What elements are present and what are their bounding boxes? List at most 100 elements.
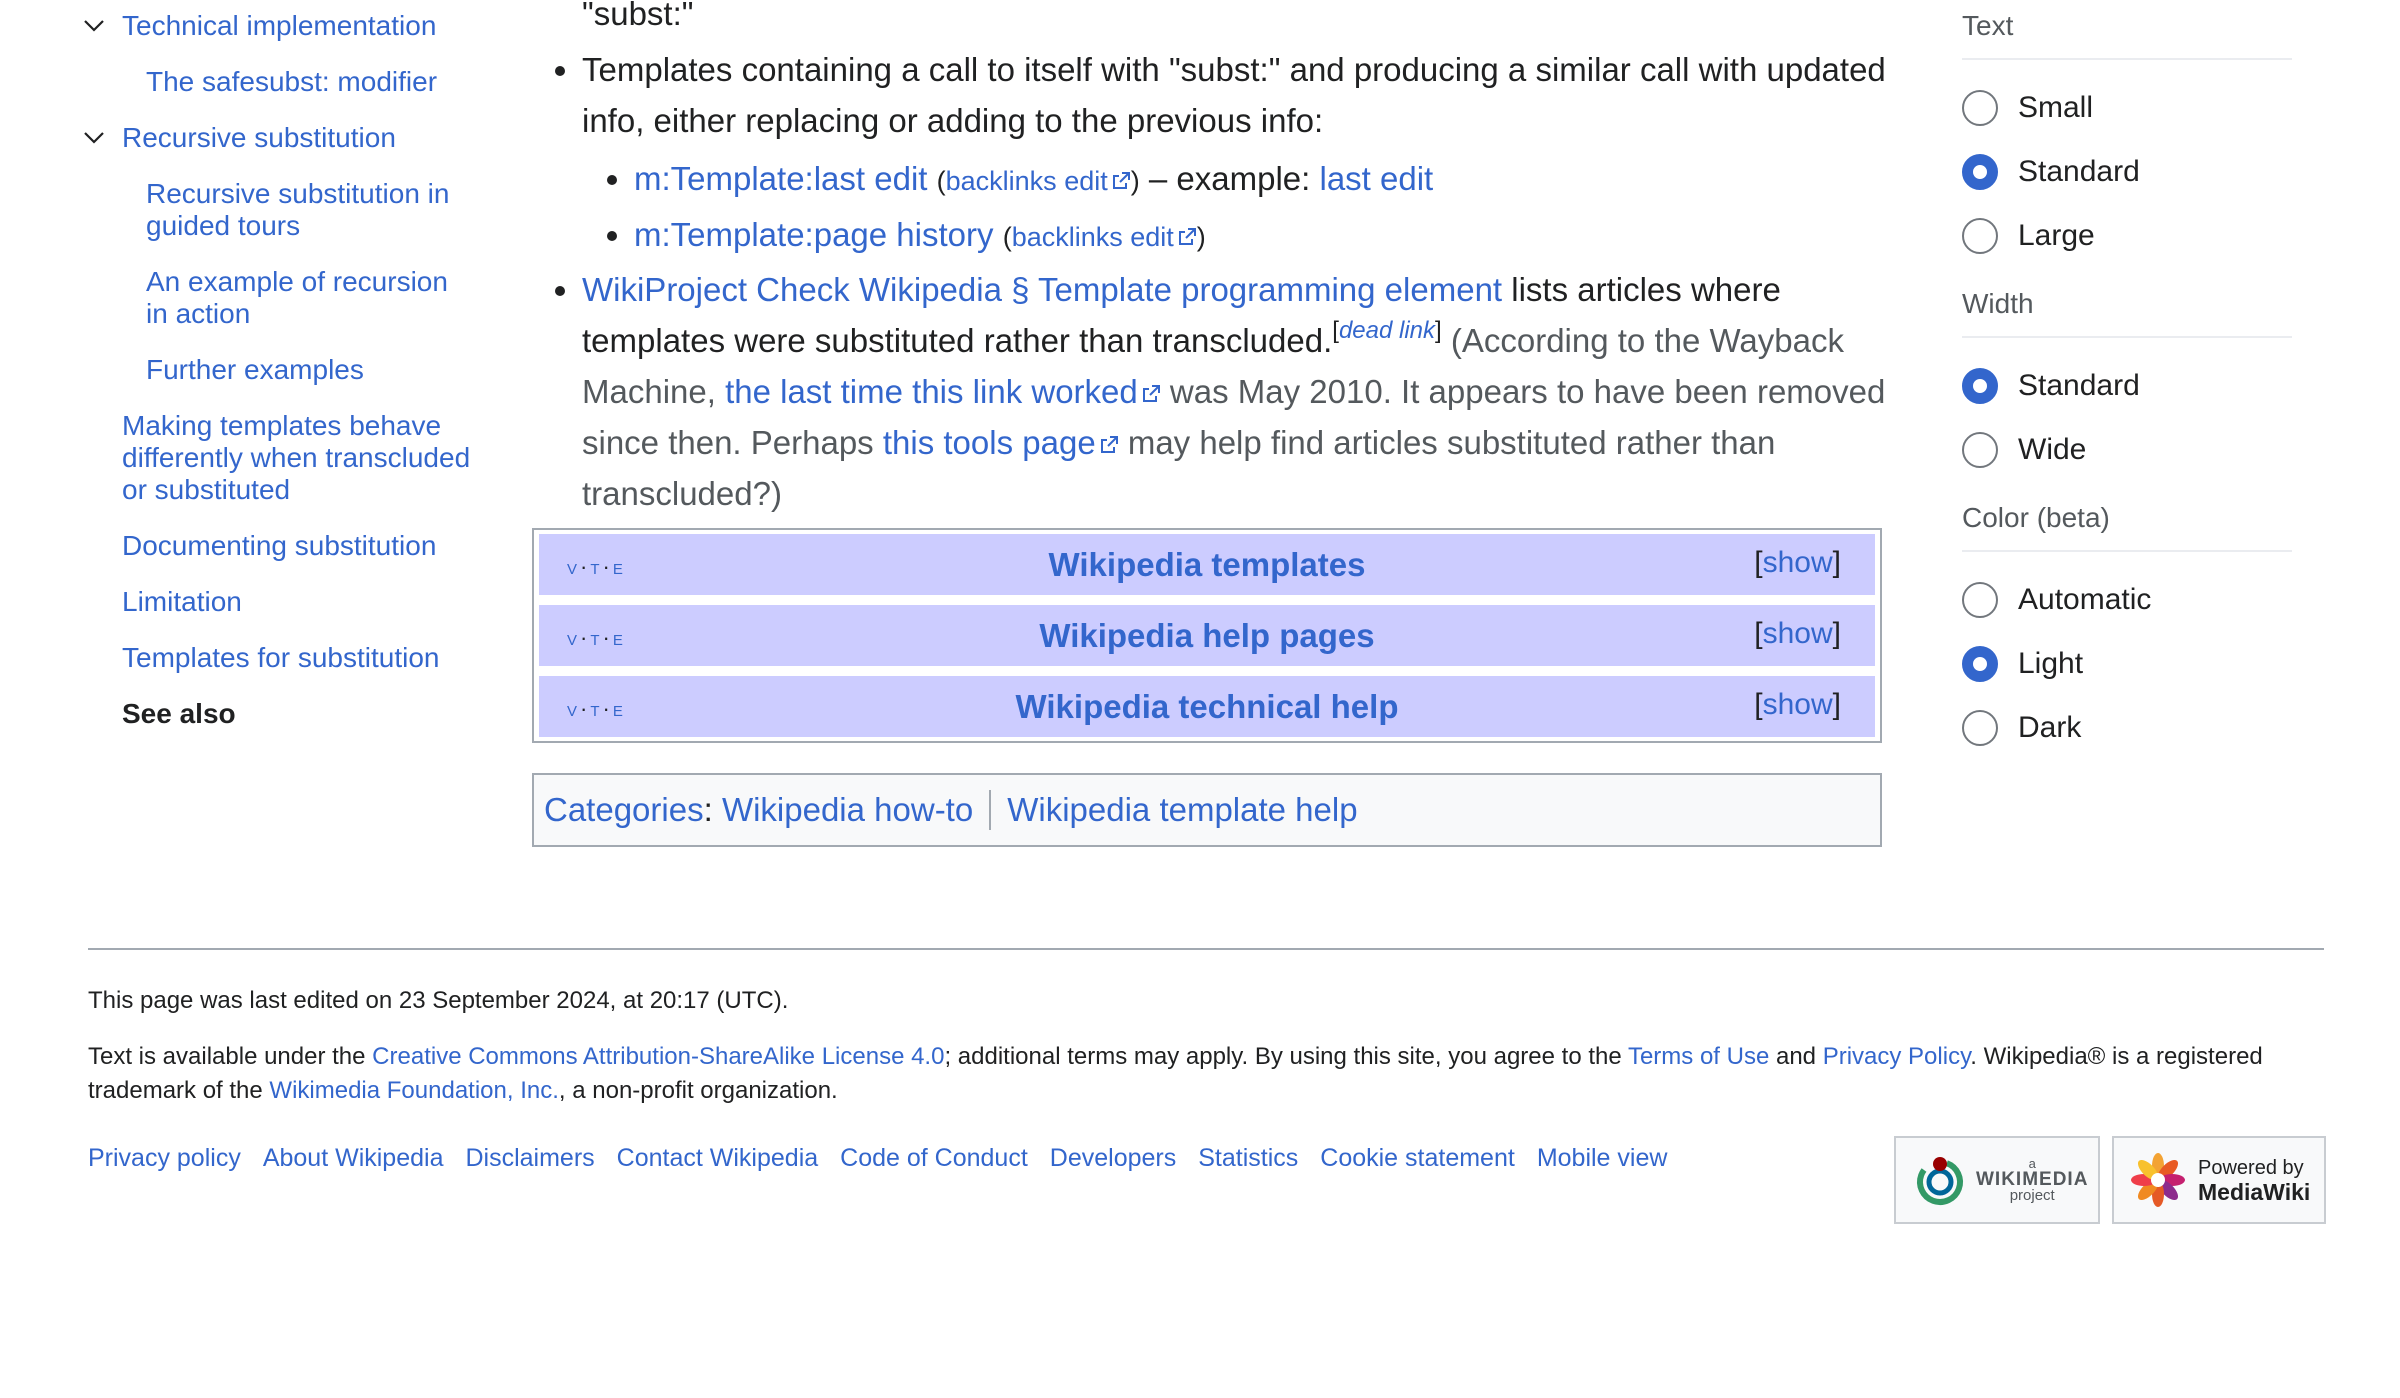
- list-item: m:Template:page history (backlinks edit): [634, 208, 1892, 264]
- categories-link[interactable]: Categories: [544, 791, 704, 829]
- radio-option[interactable]: Light: [1962, 632, 2292, 696]
- wikimedia-project-badge[interactable]: a WIKIMEDIA project: [1894, 1136, 2100, 1224]
- toc-item[interactable]: Documenting substitution: [82, 530, 482, 562]
- vte-link-t[interactable]: t: [590, 554, 602, 579]
- category-link[interactable]: Wikipedia template help: [1007, 791, 1357, 829]
- footer-link[interactable]: Code of Conduct: [840, 1144, 1028, 1172]
- category-links: Categories: Wikipedia how-to Wikipedia t…: [532, 773, 1882, 847]
- show-toggle-button[interactable]: show: [1763, 688, 1833, 721]
- toc-item[interactable]: Further examples: [82, 354, 482, 386]
- radio-label: Standard: [2018, 369, 2140, 402]
- wikiproject-check-link[interactable]: WikiProject Check Wikipedia § Template p…: [582, 271, 1502, 308]
- footer-places: Privacy policy About Wikipedia Disclaimers…: [88, 1144, 1689, 1173]
- radio-option[interactable]: Large: [1962, 204, 2292, 268]
- radio-label: Light: [2018, 647, 2084, 680]
- toc-item[interactable]: Recursive substitution: [82, 122, 482, 154]
- vte-link-e[interactable]: e: [613, 554, 626, 579]
- template-page-history-link[interactable]: m:Template:page history: [634, 216, 994, 253]
- vte-link-t[interactable]: t: [590, 625, 602, 650]
- footer-info: This page was last edited on 23 Septembe…: [88, 984, 2328, 1130]
- last-edit-example-link[interactable]: last edit: [1320, 160, 1434, 197]
- radio-button[interactable]: [1962, 90, 1998, 126]
- external-link-icon: [1100, 436, 1118, 453]
- radio-label: Wide: [2018, 433, 2087, 466]
- footer-link[interactable]: Disclaimers: [465, 1144, 594, 1172]
- vte-link-t[interactable]: t: [590, 696, 602, 721]
- radio-button[interactable]: [1962, 646, 1998, 682]
- article-content: "subst:" Templates containing a call to …: [532, 0, 1892, 519]
- radio-button[interactable]: [1962, 218, 1998, 254]
- appearance-group-heading: Text: [1962, 10, 2292, 60]
- radio-button[interactable]: [1962, 368, 1998, 404]
- wayback-link[interactable]: the last time this link worked: [725, 373, 1161, 410]
- radio-label: Large: [2018, 219, 2095, 252]
- vte-link-v[interactable]: v: [567, 625, 580, 650]
- toc-item[interactable]: Making templates behave differently when…: [82, 410, 482, 506]
- show-toggle-button[interactable]: show: [1763, 617, 1833, 650]
- radio-button[interactable]: [1962, 154, 1998, 190]
- navbox-title[interactable]: Wikipedia technical help: [1016, 688, 1399, 726]
- toc-item-label: Templates for substitution: [122, 642, 440, 673]
- wikimedia-logo-icon: [1917, 1157, 1963, 1205]
- toc-item[interactable]: The safesubst: modifier: [82, 66, 482, 98]
- list-item: m:Template:last edit (backlinks edit) – …: [634, 152, 1892, 208]
- footer-link[interactable]: About Wikipedia: [263, 1144, 444, 1172]
- toc-item[interactable]: Templates for substitution: [82, 642, 482, 674]
- template-last-edit-link[interactable]: m:Template:last edit: [634, 160, 927, 197]
- vte-link-e[interactable]: e: [613, 696, 626, 721]
- radio-option[interactable]: Dark: [1962, 696, 2292, 760]
- toc-item[interactable]: Recursive substitution in guided tours: [82, 178, 482, 242]
- appearance-panel: Text Small Standard Large Width Standard Wide C…: [1962, 10, 2292, 780]
- footer-link[interactable]: Cookie statement: [1320, 1144, 1515, 1172]
- radio-option[interactable]: Wide: [1962, 418, 2292, 482]
- radio-option[interactable]: Automatic: [1962, 568, 2292, 632]
- footer-link[interactable]: Developers: [1050, 1144, 1176, 1172]
- navbox-title[interactable]: Wikipedia templates: [1049, 546, 1366, 584]
- toc-item[interactable]: An example of recursion in action: [82, 266, 482, 330]
- toc-item[interactable]: See also: [82, 698, 482, 730]
- external-link-icon: [1178, 228, 1196, 245]
- appearance-group: Color (beta) Automatic Light Dark: [1962, 502, 2292, 760]
- show-toggle-button[interactable]: show: [1763, 546, 1833, 579]
- toc-item[interactable]: Limitation: [82, 586, 482, 618]
- footer-link[interactable]: Mobile view: [1537, 1144, 1668, 1172]
- toc-item-label: Technical implementation: [122, 10, 437, 41]
- navbox-title[interactable]: Wikipedia help pages: [1039, 617, 1374, 655]
- vte-link-v[interactable]: v: [567, 696, 580, 721]
- backlinks-edit-link[interactable]: backlinks edit: [1012, 222, 1197, 252]
- chevron-down-icon[interactable]: [82, 126, 106, 150]
- navbox: v·t·e Wikipedia help pages [show]: [539, 605, 1875, 666]
- navbox-toggle: [show]: [1754, 688, 1841, 721]
- vte-links: v·t·e: [567, 696, 626, 721]
- radio-button[interactable]: [1962, 582, 1998, 618]
- wikimedia-foundation-link[interactable]: Wikimedia Foundation, Inc.: [269, 1077, 558, 1104]
- category-link[interactable]: Wikipedia how-to: [722, 791, 973, 829]
- radio-button[interactable]: [1962, 432, 1998, 468]
- appearance-group-heading: Color (beta): [1962, 502, 2292, 552]
- vte-link-v[interactable]: v: [567, 554, 580, 579]
- footer-link[interactable]: Contact Wikipedia: [617, 1144, 818, 1172]
- list-item: Templates containing a call to itself wi…: [582, 44, 1892, 264]
- privacy-policy-link[interactable]: Privacy Policy: [1823, 1043, 1971, 1070]
- vte-link-e[interactable]: e: [613, 625, 626, 650]
- toc-item-label: An example of recursion in action: [146, 266, 448, 329]
- radio-option[interactable]: Standard: [1962, 354, 2292, 418]
- dead-link-tag[interactable]: dead link: [1339, 317, 1435, 344]
- tools-page-link[interactable]: this tools page: [883, 424, 1119, 461]
- chevron-down-icon[interactable]: [82, 14, 106, 38]
- radio-button[interactable]: [1962, 710, 1998, 746]
- radio-option[interactable]: Small: [1962, 76, 2292, 140]
- bullet-text: Templates containing a call to itself wi…: [582, 51, 1886, 139]
- radio-label: Standard: [2018, 155, 2140, 188]
- toc-item[interactable]: Technical implementation: [82, 10, 482, 42]
- cc-license-link[interactable]: Creative Commons Attribution-ShareAlike …: [372, 1043, 944, 1070]
- backlinks-edit-link[interactable]: backlinks edit: [946, 166, 1131, 196]
- external-link-icon: [1112, 172, 1130, 189]
- powered-by-mediawiki-badge[interactable]: Powered by MediaWiki: [2112, 1136, 2326, 1224]
- footer-link[interactable]: Statistics: [1198, 1144, 1298, 1172]
- terms-of-use-link[interactable]: Terms of Use: [1628, 1043, 1769, 1070]
- radio-option[interactable]: Standard: [1962, 140, 2292, 204]
- list-item: WikiProject Check Wikipedia § Template p…: [582, 264, 1892, 519]
- footer-link[interactable]: Privacy policy: [88, 1144, 241, 1172]
- vte-links: v·t·e: [567, 554, 626, 579]
